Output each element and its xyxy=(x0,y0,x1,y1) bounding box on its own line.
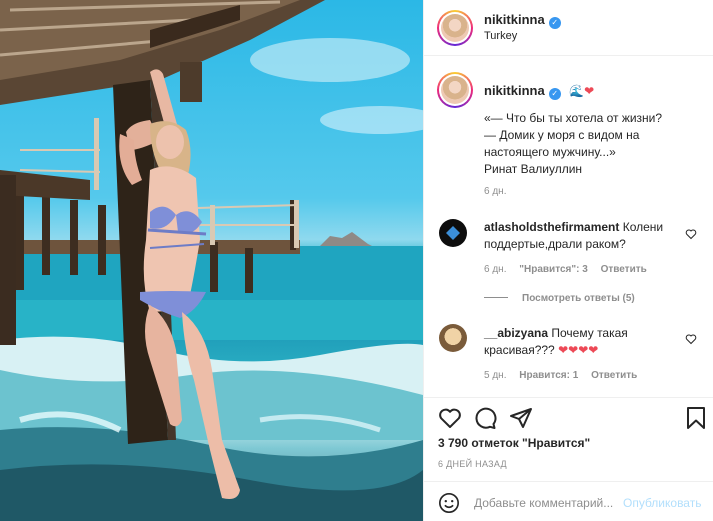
comment-input[interactable] xyxy=(474,494,624,512)
verified-icon: ✓ xyxy=(548,17,561,29)
comment-likes[interactable]: "Нравится": 3 xyxy=(519,264,588,275)
likes-count[interactable]: 3 790 отметок "Нравится" xyxy=(438,436,590,450)
post-photo[interactable] xyxy=(0,0,423,521)
add-comment-bar: Опубликовать xyxy=(424,481,713,521)
comment-time[interactable]: 5 дн. xyxy=(484,370,506,381)
comment-reply-button[interactable]: Ответить xyxy=(601,264,647,275)
post-side-panel: nikitkinna ✓ Turkey nikitkinna ✓ 🌊❤ «— Что… xyxy=(423,0,713,521)
comment-author[interactable]: atlasholdsthefirmament xyxy=(484,220,619,234)
author-avatar[interactable] xyxy=(437,10,473,46)
caption-author-avatar[interactable] xyxy=(437,72,473,108)
comment-like-icon[interactable] xyxy=(685,333,697,345)
verified-icon: ✓ xyxy=(548,88,561,100)
caption-author-username[interactable]: nikitkinna xyxy=(484,83,545,98)
publish-button[interactable]: Опубликовать xyxy=(623,496,701,510)
beach-pier-illustration xyxy=(0,0,423,521)
emoji-icon[interactable] xyxy=(438,492,460,514)
comment-likes[interactable]: Нравится: 1 xyxy=(519,370,578,381)
comment-emoji: ❤❤❤❤ xyxy=(558,343,599,357)
view-replies-button[interactable]: Посмотреть ответы (5) xyxy=(484,293,635,304)
comment-author[interactable]: __abizyana xyxy=(484,326,548,340)
caption-text: «— Что бы ты хотела от жизни? — Домик у … xyxy=(484,111,663,176)
post-timestamp[interactable]: 6 ДНЕЙ НАЗАД xyxy=(438,459,507,469)
comment-reply-button[interactable]: Ответить xyxy=(591,370,637,381)
comment-icon[interactable] xyxy=(473,406,497,430)
post-header: nikitkinna ✓ Turkey xyxy=(424,0,713,56)
bookmark-icon[interactable] xyxy=(685,406,707,430)
comment-time[interactable]: 6 дн. xyxy=(484,264,506,275)
post-actions: 3 790 отметок "Нравится" 6 ДНЕЙ НАЗАД xyxy=(424,397,713,479)
author-username[interactable]: nikitkinna xyxy=(484,12,545,27)
caption-time[interactable]: 6 дн. xyxy=(484,186,506,197)
heart-icon[interactable] xyxy=(438,406,462,430)
comment-like-icon[interactable] xyxy=(685,228,697,240)
comment-avatar[interactable] xyxy=(439,219,467,247)
comment-avatar[interactable] xyxy=(439,324,467,352)
share-icon[interactable] xyxy=(509,406,533,430)
caption-emoji: 🌊❤ xyxy=(569,84,595,98)
post-location[interactable]: Turkey xyxy=(484,30,517,42)
